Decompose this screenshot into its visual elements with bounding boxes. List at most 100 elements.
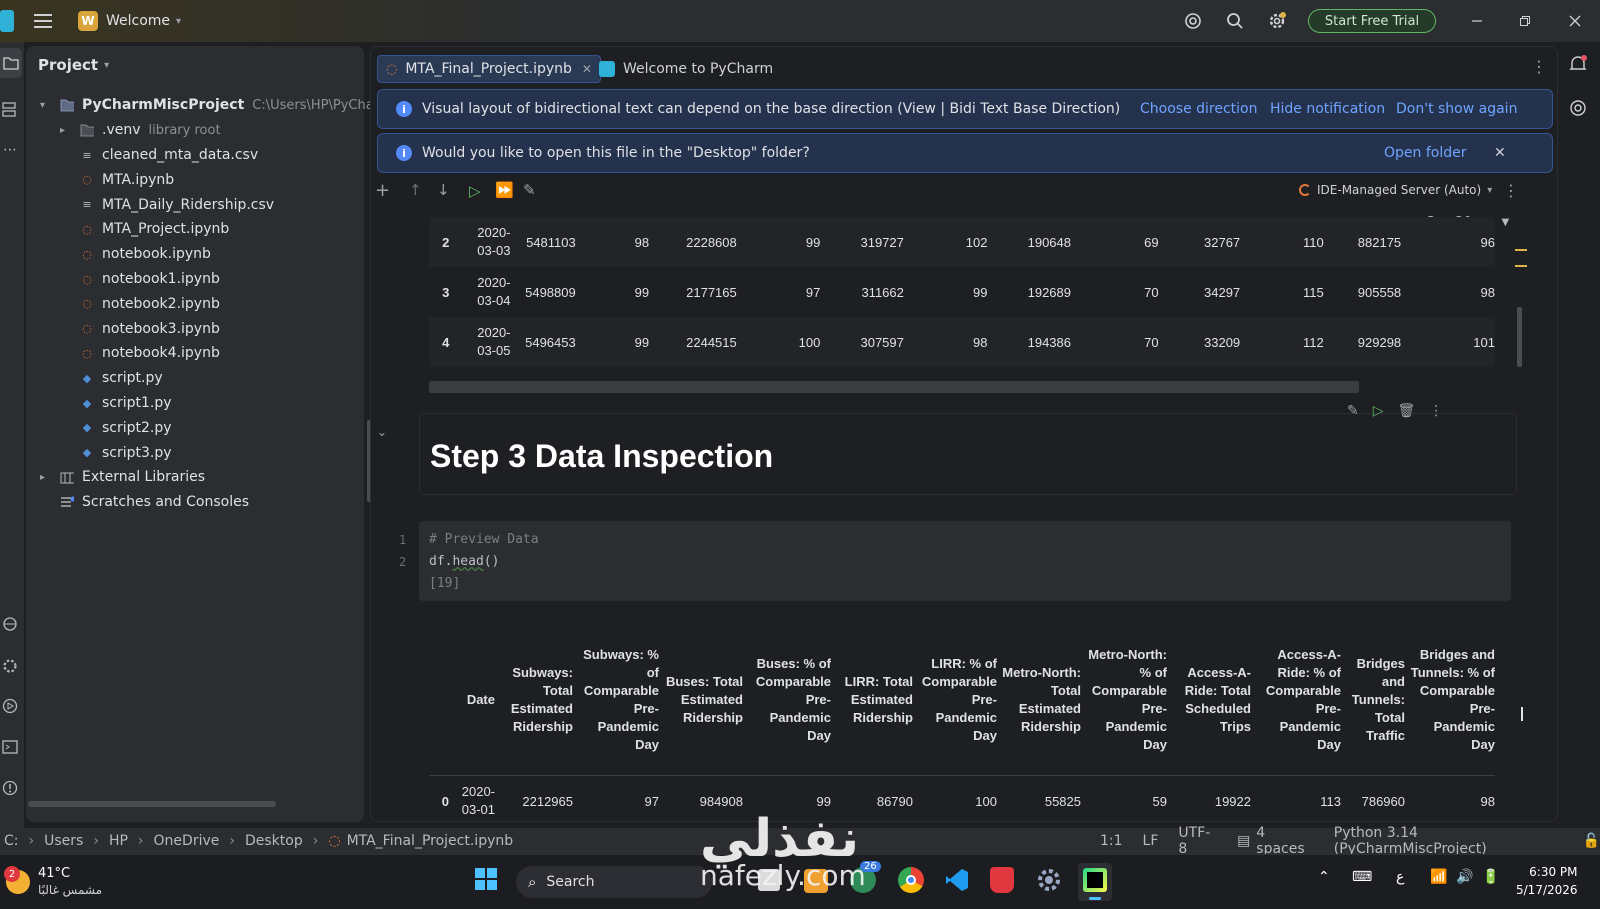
chrome-icon[interactable] [898,867,924,893]
tab-more-icon[interactable]: ⋮ [1531,57,1547,76]
file-name: script.py [102,370,163,387]
move-down-icon[interactable]: ↓ [437,181,450,199]
pycharm-taskbar-button[interactable] [1078,863,1112,901]
markdown-cell[interactable]: Step 3 Data Inspection [419,413,1517,495]
show-hidden-icons-icon[interactable]: ⌃ [1318,869,1330,885]
taskbar-search[interactable]: ⌕ Search [516,866,712,898]
hide-notification-link[interactable]: Hide notification [1270,101,1385,117]
tree-root-project[interactable]: ▾ PyCharmMiscProject C:\Users\HP\PyCha [40,93,374,117]
next-issue-icon[interactable]: ▼ [1502,217,1510,228]
close-notification-icon[interactable]: ✕ [1494,145,1506,161]
tree-item-file[interactable]: ≡ MTA_Daily_Ridership.csv [80,193,274,217]
output-horizontal-scrollbar[interactable] [429,381,1359,393]
row-index: 2 [442,234,450,250]
lock-icon[interactable]: 🔓 [1583,833,1600,849]
line-separator[interactable]: LF [1143,833,1159,849]
services-icon[interactable] [2,658,20,676]
tree-item-file[interactable]: ◆ script2.py [80,416,172,440]
run-cell-icon[interactable]: ▷ [1373,403,1384,419]
problems-icon[interactable] [2,780,20,798]
error-stripe-mark[interactable] [1515,265,1527,267]
restore-window-icon[interactable] [1514,10,1536,32]
search-icon[interactable] [1224,10,1246,32]
cell-more-icon[interactable]: ⋮ [1429,403,1443,419]
file-encoding[interactable]: UTF-8 [1178,825,1217,857]
table-cell: 98 [1480,793,1495,809]
open-folder-link[interactable]: Open folder [1384,145,1466,161]
collapse-cell-icon[interactable]: ⌄ [377,425,387,439]
breadcrumb-item[interactable]: Desktop [245,833,303,849]
tree-item-file[interactable]: ◌ notebook2.ipynb [80,292,220,316]
vertical-scrollbar[interactable] [1517,307,1522,367]
tree-item-file[interactable]: ◌ notebook.ipynb [80,242,211,266]
vscode-icon[interactable] [944,867,970,893]
tree-item-file[interactable]: ≡ cleaned_mta_data.csv [80,143,258,167]
tree-item-external-libraries[interactable]: ▸ External Libraries [40,465,205,489]
tree-item-file[interactable]: ◆ script.py [80,366,163,390]
battery-icon[interactable]: 🔋 [1482,869,1499,885]
project-switcher[interactable]: W Welcome ▾ [78,9,181,33]
more-tools-icon[interactable]: ⋯ [3,142,17,158]
ai-assistant-icon[interactable] [1182,10,1204,32]
run-icon[interactable] [2,698,20,716]
horizontal-scrollbar[interactable] [28,801,276,807]
weather-badge: 2 [4,866,20,882]
windows-start-icon[interactable] [474,867,500,893]
clock[interactable]: 6:30 PM 5/17/2026 [1516,863,1578,899]
tree-item-file[interactable]: ◌ MTA.ipynb [80,168,174,192]
tree-item-file[interactable]: ◌ notebook1.ipynb [80,267,220,291]
dont-show-again-link[interactable]: Don't show again [1396,101,1517,117]
weather-widget[interactable]: 2 41°C مشمس غالبًا [4,865,102,899]
main-menu-icon[interactable] [30,8,56,34]
add-cell-icon[interactable]: + [375,180,390,201]
tree-item-file[interactable]: ◌ notebook4.ipynb [80,341,220,365]
breadcrumb-item[interactable]: MTA_Final_Project.ipynb [347,833,514,849]
pycharm-logo-icon[interactable] [0,10,14,32]
tree-item-file[interactable]: ◌ MTA_Project.ipynb [80,217,229,241]
tree-item-file[interactable]: ◌ notebook3.ipynb [80,317,220,341]
project-tool-button[interactable] [0,48,22,78]
volume-icon[interactable]: 🔊 [1456,869,1473,885]
run-cell-icon[interactable]: ▷ [469,182,481,200]
python-interpreter[interactable]: Python 3.14 (PyCharmMiscProject) [1334,825,1563,857]
caret-position[interactable]: 1:1 [1100,833,1123,849]
tree-item-venv[interactable]: ▸ .venv library root [60,118,221,142]
edit-cell-icon[interactable]: ✎ [1347,403,1359,419]
database-app-icon[interactable] [990,867,1014,893]
run-all-icon[interactable]: ⏩ [495,181,514,199]
ai-chat-icon[interactable] [1568,98,1590,120]
start-free-trial-button[interactable]: Start Free Trial [1308,9,1436,33]
structure-icon[interactable] [2,102,20,120]
tree-item-file[interactable]: ◆ script3.py [80,441,172,465]
tree-item-file[interactable]: ◆ script1.py [80,391,172,415]
tab-mta-final-project[interactable]: ◌ MTA_Final_Project.ipynb ✕ [377,55,601,83]
project-panel-header[interactable]: Project ▾ [38,56,109,74]
breadcrumb-item[interactable]: HP [109,833,128,849]
breadcrumb-separator-icon: › [93,833,99,849]
tree-item-scratches[interactable]: Scratches and Consoles [60,490,249,514]
settings-app-icon[interactable] [1036,867,1062,893]
notifications-bell-icon[interactable] [1568,54,1590,76]
delete-cell-icon[interactable]: 🗑 [1398,403,1416,419]
keyboard-icon[interactable]: ⌨ [1352,869,1372,885]
error-stripe-mark[interactable] [1515,249,1527,251]
breadcrumb-item[interactable]: OneDrive [154,833,220,849]
choose-direction-link[interactable]: Choose direction [1140,101,1258,117]
indent-setting[interactable]: ▤ 4 spaces [1237,825,1314,857]
settings-gear-icon[interactable] [1266,10,1288,32]
clear-outputs-icon[interactable]: ✎ [523,181,536,199]
python-packages-icon[interactable] [2,616,20,634]
move-up-icon[interactable]: ↑ [409,181,422,199]
breadcrumb-item[interactable]: Users [44,833,83,849]
code-cell[interactable]: # Preview Data df.head() [19] [419,521,1511,601]
tab-welcome[interactable]: Welcome to PyCharm [591,55,781,83]
terminal-icon[interactable] [2,739,20,757]
close-window-icon[interactable] [1564,10,1586,32]
server-selector[interactable]: IDE-Managed Server (Auto) ▾ [1299,183,1492,197]
wifi-icon[interactable]: 📶 [1430,869,1447,885]
minimize-window-icon[interactable] [1466,10,1488,32]
notebook-more-icon[interactable]: ⋮ [1503,181,1519,200]
input-language[interactable]: ع [1396,869,1404,885]
table-cell: 786960 [1361,793,1405,809]
breadcrumb-item[interactable]: C: [4,833,19,849]
